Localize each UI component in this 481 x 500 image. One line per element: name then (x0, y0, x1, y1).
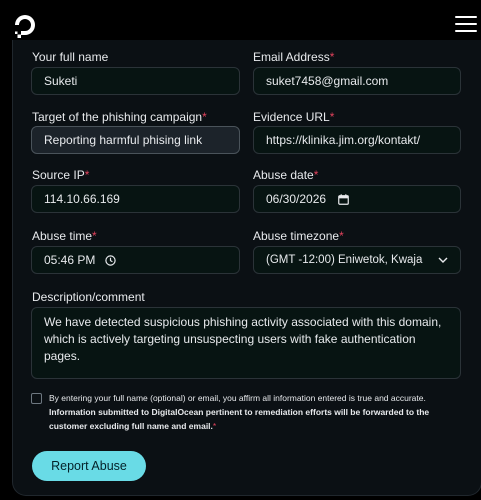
abuse-time-label: Abuse time* (32, 229, 97, 243)
source-ip-input[interactable]: 114.10.66.169 (31, 185, 240, 213)
abuse-timezone-select[interactable]: (GMT -12:00) Eniwetok, Kwaja (253, 246, 461, 274)
abuse-time-input[interactable]: 05:46 PM (31, 246, 240, 274)
target-input[interactable]: Reporting harmful phising link (31, 126, 240, 154)
abuse-date-label: Abuse date* (253, 168, 319, 182)
report-abuse-button[interactable]: Report Abuse (32, 451, 146, 481)
hamburger-menu-icon[interactable] (455, 14, 479, 34)
chevron-down-icon (438, 257, 448, 263)
email-input[interactable]: suket7458@gmail.com (253, 67, 461, 95)
abuse-timezone-label: Abuse timezone* (253, 229, 344, 243)
evidence-url-label: Evidence URL* (253, 110, 335, 124)
full-name-input[interactable]: Suketi (31, 67, 240, 95)
consent-text: By entering your full name (optional) or… (49, 393, 430, 431)
full-name-label: Your full name (32, 50, 109, 64)
digitalocean-logo-icon[interactable] (12, 12, 38, 38)
email-label: Email Address* (253, 50, 335, 64)
menu-line (455, 16, 477, 18)
description-label: Description/comment (32, 290, 145, 304)
target-label: Target of the phishing campaign* (32, 110, 207, 124)
source-ip-label: Source IP* (32, 168, 90, 182)
description-textarea[interactable]: We have detected suspicious phishing act… (31, 307, 461, 379)
abuse-date-input[interactable]: 06/30/2026 (253, 185, 461, 213)
evidence-url-input[interactable]: https://klinika.jim.org/kontakt/ (253, 126, 461, 154)
consent-checkbox[interactable] (31, 393, 42, 404)
clock-icon[interactable] (105, 254, 117, 266)
calendar-icon[interactable] (338, 193, 349, 205)
menu-line (455, 30, 477, 32)
menu-line (455, 23, 477, 25)
